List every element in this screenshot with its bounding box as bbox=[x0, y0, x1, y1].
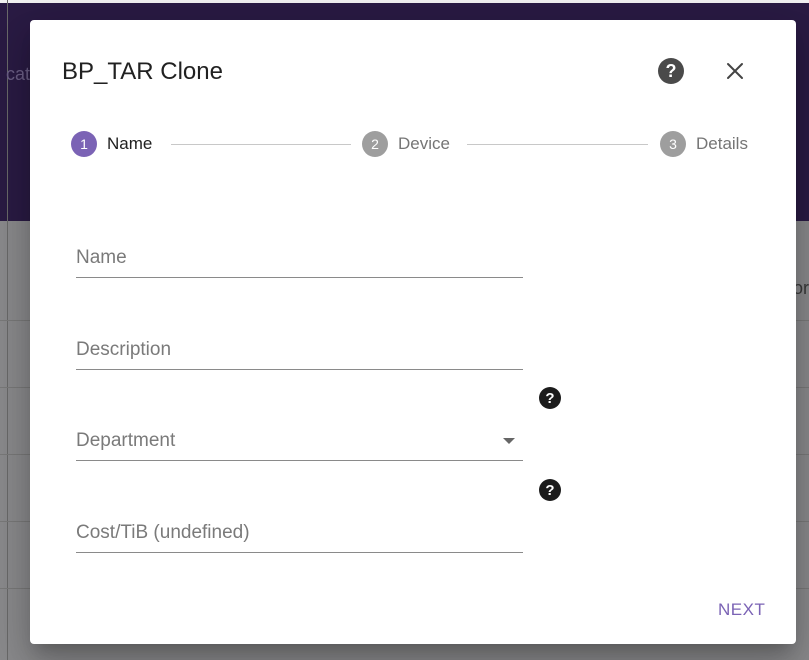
step-number-badge: 2 bbox=[362, 131, 388, 157]
step-name[interactable]: 1 Name bbox=[71, 131, 152, 157]
department-label: Department bbox=[76, 430, 176, 451]
dropdown-arrow-icon bbox=[503, 438, 515, 444]
step-number-badge: 1 bbox=[71, 131, 97, 157]
step-connector bbox=[171, 144, 351, 145]
clone-dialog: BP_TAR Clone ? 1 Name 2 Device 3 Details… bbox=[30, 20, 796, 644]
step-label: Details bbox=[696, 134, 748, 153]
step-device[interactable]: 2 Device bbox=[362, 131, 450, 157]
step-details[interactable]: 3 Details bbox=[660, 131, 748, 157]
step-label: Name bbox=[107, 134, 153, 153]
close-button[interactable] bbox=[720, 56, 750, 86]
close-icon bbox=[727, 63, 743, 79]
cost-input[interactable] bbox=[76, 522, 523, 544]
step-connector bbox=[467, 144, 648, 145]
dialog-title: BP_TAR Clone bbox=[62, 58, 223, 85]
description-field bbox=[76, 329, 523, 370]
name-field bbox=[76, 237, 523, 278]
background-border bbox=[0, 0, 8, 660]
help-button[interactable]: ? bbox=[658, 58, 684, 84]
department-help-icon[interactable]: ? bbox=[539, 387, 561, 409]
department-select[interactable]: Department bbox=[76, 420, 523, 461]
next-button[interactable]: NEXT bbox=[710, 596, 773, 624]
cost-help-icon[interactable]: ? bbox=[539, 479, 561, 501]
step-number-badge: 3 bbox=[660, 131, 686, 157]
name-input[interactable] bbox=[76, 247, 523, 269]
question-circle-icon: ? bbox=[665, 60, 677, 81]
step-label: Device bbox=[398, 134, 450, 153]
description-input[interactable] bbox=[76, 339, 523, 361]
cost-field bbox=[76, 512, 523, 553]
